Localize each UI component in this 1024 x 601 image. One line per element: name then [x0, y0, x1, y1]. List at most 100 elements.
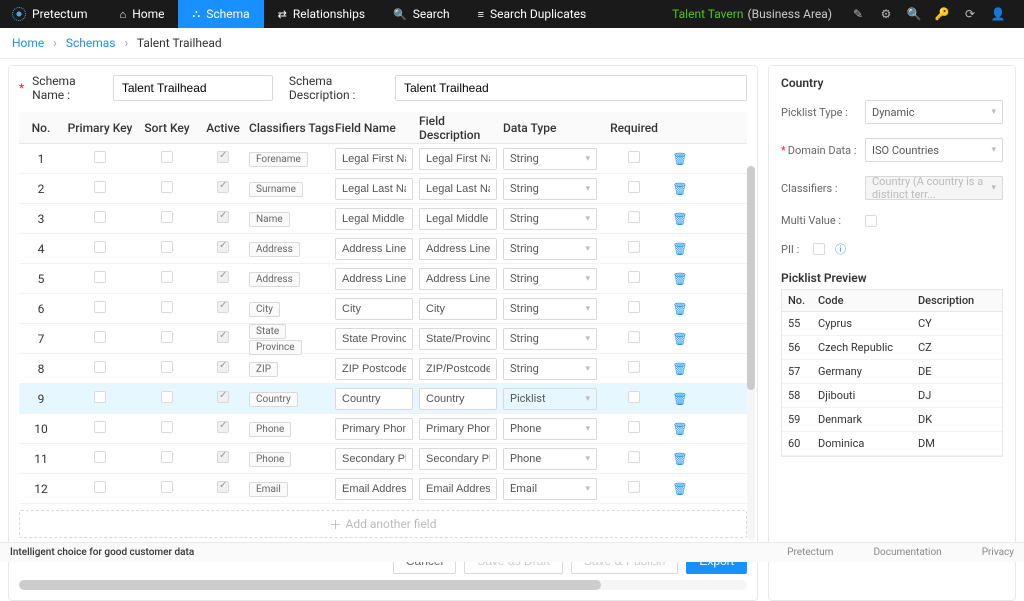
field-desc-input[interactable] [419, 208, 497, 230]
classifier-tag[interactable]: City [249, 302, 280, 317]
field-desc-input[interactable] [419, 418, 497, 440]
info-icon[interactable]: ⓘ [835, 241, 846, 257]
active-checkbox[interactable] [217, 241, 229, 253]
nav-relationships[interactable]: ⇄Relationships [264, 0, 379, 28]
primary-key-checkbox[interactable] [94, 301, 106, 313]
required-checkbox[interactable] [628, 451, 640, 463]
nav-home[interactable]: ⌂Home [106, 0, 179, 28]
field-desc-input[interactable] [419, 448, 497, 470]
field-desc-input[interactable] [419, 358, 497, 380]
required-checkbox[interactable] [628, 361, 640, 373]
classifier-tag[interactable]: Phone [249, 422, 291, 437]
preview-row[interactable]: 59DenmarkDK [782, 408, 1002, 432]
sort-key-checkbox[interactable] [161, 391, 173, 403]
field-desc-input[interactable] [419, 268, 497, 290]
sort-key-checkbox[interactable] [161, 211, 173, 223]
multi-value-checkbox[interactable] [865, 215, 877, 227]
gear-icon[interactable]: ⚙ [872, 7, 900, 21]
preview-row[interactable]: 56Czech RepublicCZ [782, 336, 1002, 360]
classifier-tag[interactable]: Province [249, 340, 302, 355]
data-type-select[interactable]: String▾ [503, 358, 597, 380]
table-row[interactable]: 1ForenameString▾🗑 [19, 144, 747, 174]
classifier-tag[interactable]: Name [249, 212, 290, 227]
table-row[interactable]: 7StateProvinceString▾🗑 [19, 324, 747, 354]
field-desc-input[interactable] [419, 478, 497, 500]
business-area[interactable]: Talent Tavern [672, 7, 743, 21]
nav-search-duplicates[interactable]: ≡Search Duplicates [464, 0, 601, 28]
data-type-select[interactable]: String▾ [503, 238, 597, 260]
field-name-input[interactable] [335, 208, 413, 230]
classifier-tag[interactable]: Forename [249, 152, 308, 167]
active-checkbox[interactable] [217, 361, 229, 373]
delete-row-icon[interactable]: 🗑 [665, 212, 695, 226]
sort-key-checkbox[interactable] [161, 241, 173, 253]
preview-row[interactable]: 57GermanyDE [782, 360, 1002, 384]
classifier-tag[interactable]: State [249, 324, 286, 339]
delete-row-icon[interactable]: 🗑 [665, 272, 695, 286]
horizontal-scrollbar[interactable] [19, 580, 747, 590]
table-row[interactable]: 10PhonePhone▾🗑 [19, 414, 747, 444]
field-desc-input[interactable] [419, 328, 497, 350]
field-name-input[interactable] [335, 448, 413, 470]
field-desc-input[interactable] [419, 148, 497, 170]
classifier-tag[interactable]: Surname [249, 182, 303, 197]
active-checkbox[interactable] [217, 181, 229, 193]
primary-key-checkbox[interactable] [94, 391, 106, 403]
field-desc-input[interactable] [419, 298, 497, 320]
field-name-input[interactable] [335, 478, 413, 500]
table-row[interactable]: 9CountryPicklist▾🗑 [19, 384, 747, 414]
table-row[interactable]: 4AddressString▾🗑 [19, 234, 747, 264]
table-row[interactable]: 5AddressString▾🗑 [19, 264, 747, 294]
search-icon[interactable]: 🔍 [900, 7, 928, 21]
picklist-type-select[interactable]: Dynamic▾ [865, 100, 1003, 124]
sort-key-checkbox[interactable] [161, 151, 173, 163]
crumb-schemas[interactable]: Schemas [66, 36, 116, 50]
vertical-scrollbar[interactable] [747, 166, 755, 540]
classifier-tag[interactable]: ZIP [249, 362, 278, 377]
add-field-button[interactable]: ＋Add another field [19, 510, 747, 538]
delete-row-icon[interactable]: 🗑 [665, 392, 695, 406]
sort-key-checkbox[interactable] [161, 271, 173, 283]
refresh-icon[interactable]: ⟳ [956, 7, 984, 21]
sort-key-checkbox[interactable] [161, 421, 173, 433]
required-checkbox[interactable] [628, 271, 640, 283]
field-desc-input[interactable] [419, 238, 497, 260]
required-checkbox[interactable] [628, 151, 640, 163]
required-checkbox[interactable] [628, 331, 640, 343]
required-checkbox[interactable] [628, 241, 640, 253]
edit-icon[interactable]: ✎ [844, 7, 872, 21]
footer-link-docs[interactable]: Documentation [873, 547, 941, 558]
active-checkbox[interactable] [217, 481, 229, 493]
data-type-select[interactable]: String▾ [503, 178, 597, 200]
primary-key-checkbox[interactable] [94, 271, 106, 283]
classifier-tag[interactable]: Address [249, 272, 300, 287]
data-type-select[interactable]: Picklist▾ [503, 388, 597, 410]
table-row[interactable]: 2SurnameString▾🗑 [19, 174, 747, 204]
active-checkbox[interactable] [217, 391, 229, 403]
crumb-home[interactable]: Home [12, 36, 44, 50]
delete-row-icon[interactable]: 🗑 [665, 362, 695, 376]
table-row[interactable]: 3NameString▾🗑 [19, 204, 747, 234]
delete-row-icon[interactable]: 🗑 [665, 452, 695, 466]
delete-row-icon[interactable]: 🗑 [665, 482, 695, 496]
key-icon[interactable]: 🔑 [928, 7, 956, 21]
data-type-select[interactable]: Phone▾ [503, 418, 597, 440]
sort-key-checkbox[interactable] [161, 301, 173, 313]
delete-row-icon[interactable]: 🗑 [665, 242, 695, 256]
field-name-input[interactable] [335, 358, 413, 380]
nav-search[interactable]: 🔍Search [379, 0, 464, 28]
classifier-tag[interactable]: Address [249, 242, 300, 257]
field-name-input[interactable] [335, 388, 413, 410]
footer-link-privacy[interactable]: Privacy [982, 547, 1014, 558]
field-name-input[interactable] [335, 298, 413, 320]
data-type-select[interactable]: String▾ [503, 148, 597, 170]
field-desc-input[interactable] [419, 388, 497, 410]
delete-row-icon[interactable]: 🗑 [665, 332, 695, 346]
active-checkbox[interactable] [217, 451, 229, 463]
classifier-tag[interactable]: Country [249, 392, 298, 407]
required-checkbox[interactable] [628, 481, 640, 493]
active-checkbox[interactable] [217, 271, 229, 283]
field-desc-input[interactable] [419, 178, 497, 200]
classifier-tag[interactable]: Email [249, 482, 288, 497]
table-row[interactable]: 12EmailEmail▾🗑 [19, 474, 747, 504]
